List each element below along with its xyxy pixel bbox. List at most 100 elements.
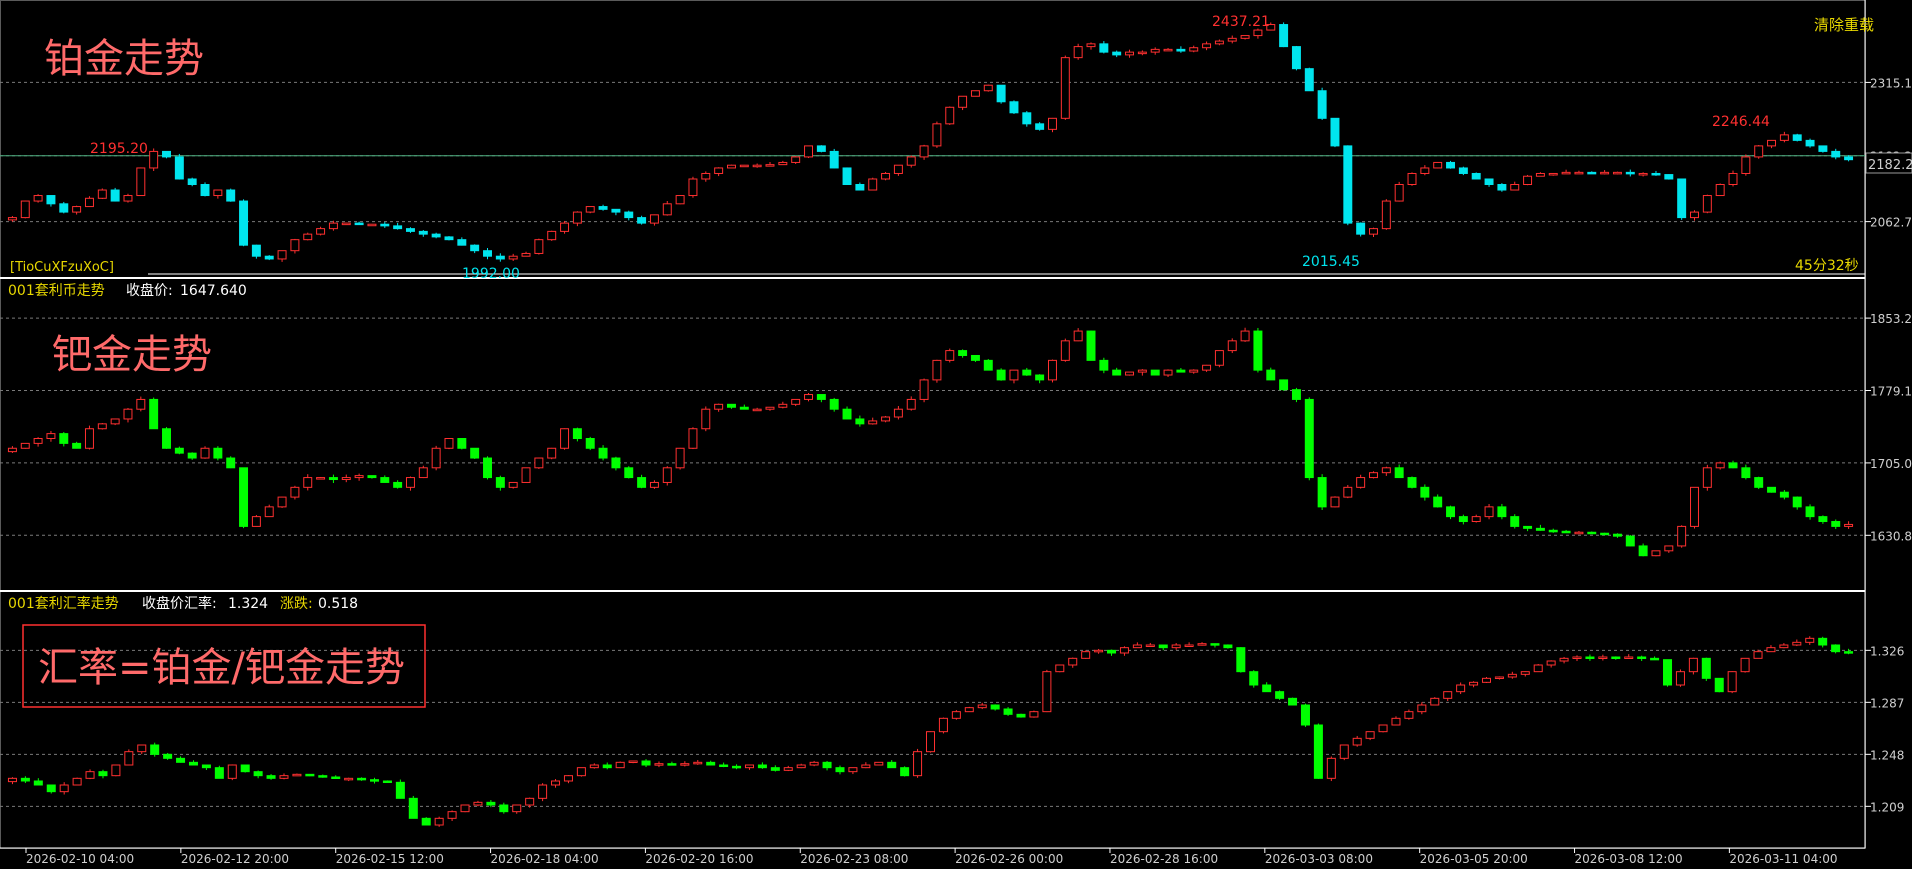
candle-up [213,189,223,197]
candle-up [563,775,573,782]
candle-down [624,467,634,479]
candle-up [1381,467,1391,474]
candle-down [59,203,69,213]
candle-down [598,447,608,459]
candle-up [277,496,287,508]
candle-up [615,761,625,769]
candle-down [369,779,380,782]
candle-up [701,172,711,180]
candle-down [1792,496,1802,508]
candle-up [906,398,916,410]
candle-down [1612,533,1622,537]
candle-down [1792,134,1802,141]
candle-up [1456,684,1466,693]
clear-reload-button[interactable]: 清除重载 [1814,16,1874,34]
candle-up [1766,647,1776,653]
candle-down [1663,659,1673,686]
candle-down [331,776,341,779]
candle-up [354,475,364,479]
candle-up [444,438,454,449]
candle-up [765,164,775,167]
grid-layer [0,81,1865,807]
candle-down [1099,43,1109,53]
candle-down [990,704,1000,710]
candle-down [380,477,390,483]
candle-down [1313,724,1323,779]
candle-down [1818,637,1828,646]
candle-up [328,222,338,230]
candle-up [796,764,806,769]
candle-up [662,467,672,483]
candle-up [1688,657,1698,673]
candle-down [1279,24,1289,48]
candle-down [829,150,839,169]
candle-down [1585,656,1595,659]
candle-down [1650,657,1660,661]
candle-up [1326,757,1336,779]
candle-up [303,477,313,488]
candle-up [1055,664,1065,673]
candle-up [405,477,415,488]
candle-down [641,760,651,766]
candle-up [1214,350,1224,366]
candle-down [1548,529,1558,533]
candle-up [111,764,121,777]
candle-down [226,457,236,469]
candle-up [649,214,659,224]
candle-up [521,467,531,483]
candle-up [1507,673,1517,678]
candle-down [732,765,742,769]
candle-down [1330,117,1340,147]
candle-up [893,164,903,174]
candle-down [842,408,852,420]
x-tick-label: 2026-02-18 04:00 [491,852,599,865]
candle-up [1417,704,1427,713]
candle-up [1163,48,1173,52]
candle-up [1339,744,1349,759]
candle-down [1805,506,1815,518]
candle-down [1471,172,1481,180]
candle-up [964,707,974,713]
candle-down [354,222,364,226]
candle-up [1060,57,1070,119]
candle-down [1497,184,1507,191]
candle-up [72,206,82,213]
candle-up [1600,171,1610,175]
candle-up [1844,523,1854,527]
platinum-high-marker: 2437.21 [1212,14,1270,30]
candle-up [1132,644,1142,649]
candle-down [996,84,1006,103]
candle-down [602,764,612,769]
candle-down [1625,535,1635,547]
candle-down [855,418,865,425]
candle-down [188,761,198,766]
candle-up [137,744,147,753]
x-tick-label: 2026-02-26 00:00 [955,852,1063,865]
y-tick-label: 1705.01 [1870,457,1912,471]
y-tick-label: 1.326 [1870,644,1904,658]
candle-up [508,255,518,260]
y-tick-label: 1779.14 [1870,385,1912,399]
candle-up [525,797,535,806]
candle-up [1171,644,1181,649]
palladium-header-name: 001套利币走势 [8,283,105,299]
platinum-low-marker-1: 1992.00 [462,266,520,282]
candle-down [1664,174,1674,180]
chart-window: 2062.72182.22315.11630.881705.011779.141… [0,0,1912,866]
candle-up [279,775,289,779]
candle-up [932,359,942,381]
candle-down [1035,123,1045,130]
candle-up [1330,496,1340,508]
candle-down [1236,647,1246,673]
candle-up [675,447,685,469]
candle-up [1081,651,1091,659]
candle-down [470,244,480,252]
platinum-code-label: [TioCuXFzuXoC] [10,260,114,275]
candle-down [1818,516,1828,523]
candle-up [521,252,531,257]
candle-up [1042,671,1052,713]
candle-up [341,477,351,481]
candle-up [1523,175,1533,186]
candle-up [200,447,210,459]
candle-up [1227,37,1237,42]
